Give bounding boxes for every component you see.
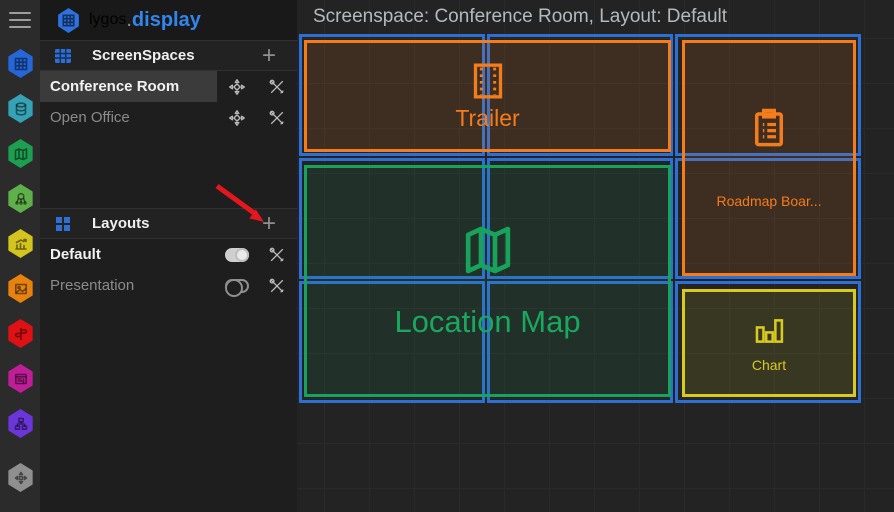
clipboard-icon xyxy=(755,108,783,147)
logo-hexagon-grid-icon xyxy=(58,7,79,33)
bar-chart-icon xyxy=(755,318,784,343)
sitemap-hex-icon[interactable] xyxy=(8,409,33,438)
tile-label: Location Map xyxy=(394,304,581,339)
media-hex-icon[interactable] xyxy=(8,274,33,303)
screens-hex-icon[interactable] xyxy=(8,49,33,78)
tools-icon xyxy=(269,247,284,262)
layout-label[interactable]: Default xyxy=(40,239,217,270)
app-logo[interactable]: lygos. display xyxy=(40,0,297,40)
forms-hex-icon[interactable] xyxy=(8,364,33,393)
tile-trailer[interactable]: Trailer xyxy=(304,40,671,152)
signpost-hex-icon[interactable] xyxy=(8,319,33,348)
move-icon xyxy=(229,78,245,95)
logo-text-secondary: display xyxy=(131,8,201,31)
layout-label[interactable]: Presentation xyxy=(40,270,217,301)
screenspaces-section-header: ScreenSpaces + xyxy=(40,40,297,71)
tile-label: Roadmap Boar... xyxy=(716,193,822,209)
configure-layout-button[interactable] xyxy=(257,276,297,296)
configure-screenspace-button[interactable] xyxy=(257,77,297,97)
tile-roadmap-board[interactable]: Roadmap Boar... xyxy=(682,40,856,276)
icon-rail xyxy=(0,0,40,512)
move-icon xyxy=(229,109,245,126)
screenspace-label[interactable]: Open Office xyxy=(40,102,217,133)
screenspaces-title: ScreenSpaces xyxy=(92,47,195,64)
layout-item-presentation[interactable]: Presentation xyxy=(40,270,297,301)
layouts-add-button[interactable]: + xyxy=(255,210,283,237)
layout-active-toggle[interactable] xyxy=(217,278,257,297)
move-hex-icon[interactable] xyxy=(8,463,33,492)
move-screenspace-button[interactable] xyxy=(217,77,257,97)
screenspaces-add-button[interactable]: + xyxy=(255,42,283,69)
layouts-section-header: Layouts + xyxy=(40,208,297,239)
map-icon xyxy=(465,226,510,274)
network-hex-icon[interactable] xyxy=(8,184,33,213)
app-window: lygos. display ScreenSpaces + Conference … xyxy=(0,0,894,512)
sidebar: lygos. display ScreenSpaces + Conference … xyxy=(40,0,297,512)
film-icon xyxy=(473,63,502,98)
toggle-off-icon xyxy=(225,278,249,297)
menu-icon[interactable] xyxy=(9,12,31,28)
configure-layout-button[interactable] xyxy=(257,245,297,265)
screenspace-item-open-office[interactable]: Open Office xyxy=(40,102,297,133)
configure-screenspace-button[interactable] xyxy=(257,108,297,128)
tile-label: Trailer xyxy=(455,104,520,131)
screenspace-canvas[interactable]: Screenspace: Conference Room, Layout: De… xyxy=(297,0,894,512)
tile-location-map[interactable]: Location Map xyxy=(304,165,671,397)
tools-icon xyxy=(269,79,284,94)
logo-text-primary: lygos xyxy=(89,11,127,28)
canvas-header-title: Screenspace: Conference Room, Layout: De… xyxy=(313,6,728,27)
tile-label: Chart xyxy=(751,356,787,373)
layouts-grid-icon xyxy=(56,216,70,231)
tools-icon xyxy=(269,278,284,293)
layout-active-toggle[interactable] xyxy=(217,247,257,262)
analytics-hex-icon[interactable] xyxy=(8,229,33,258)
layouts-title: Layouts xyxy=(92,215,150,232)
toggle-on-icon xyxy=(225,247,249,262)
move-screenspace-button[interactable] xyxy=(217,108,257,128)
database-hex-icon[interactable] xyxy=(8,94,33,123)
screenspace-label[interactable]: Conference Room xyxy=(40,71,217,102)
screenspace-item-conference-room[interactable]: Conference Room xyxy=(40,71,297,102)
layout-item-default[interactable]: Default xyxy=(40,239,297,270)
map-hex-icon[interactable] xyxy=(8,139,33,168)
screenspaces-grid-icon xyxy=(55,48,71,63)
tile-chart[interactable]: Chart xyxy=(682,289,856,397)
tools-icon xyxy=(269,110,284,125)
